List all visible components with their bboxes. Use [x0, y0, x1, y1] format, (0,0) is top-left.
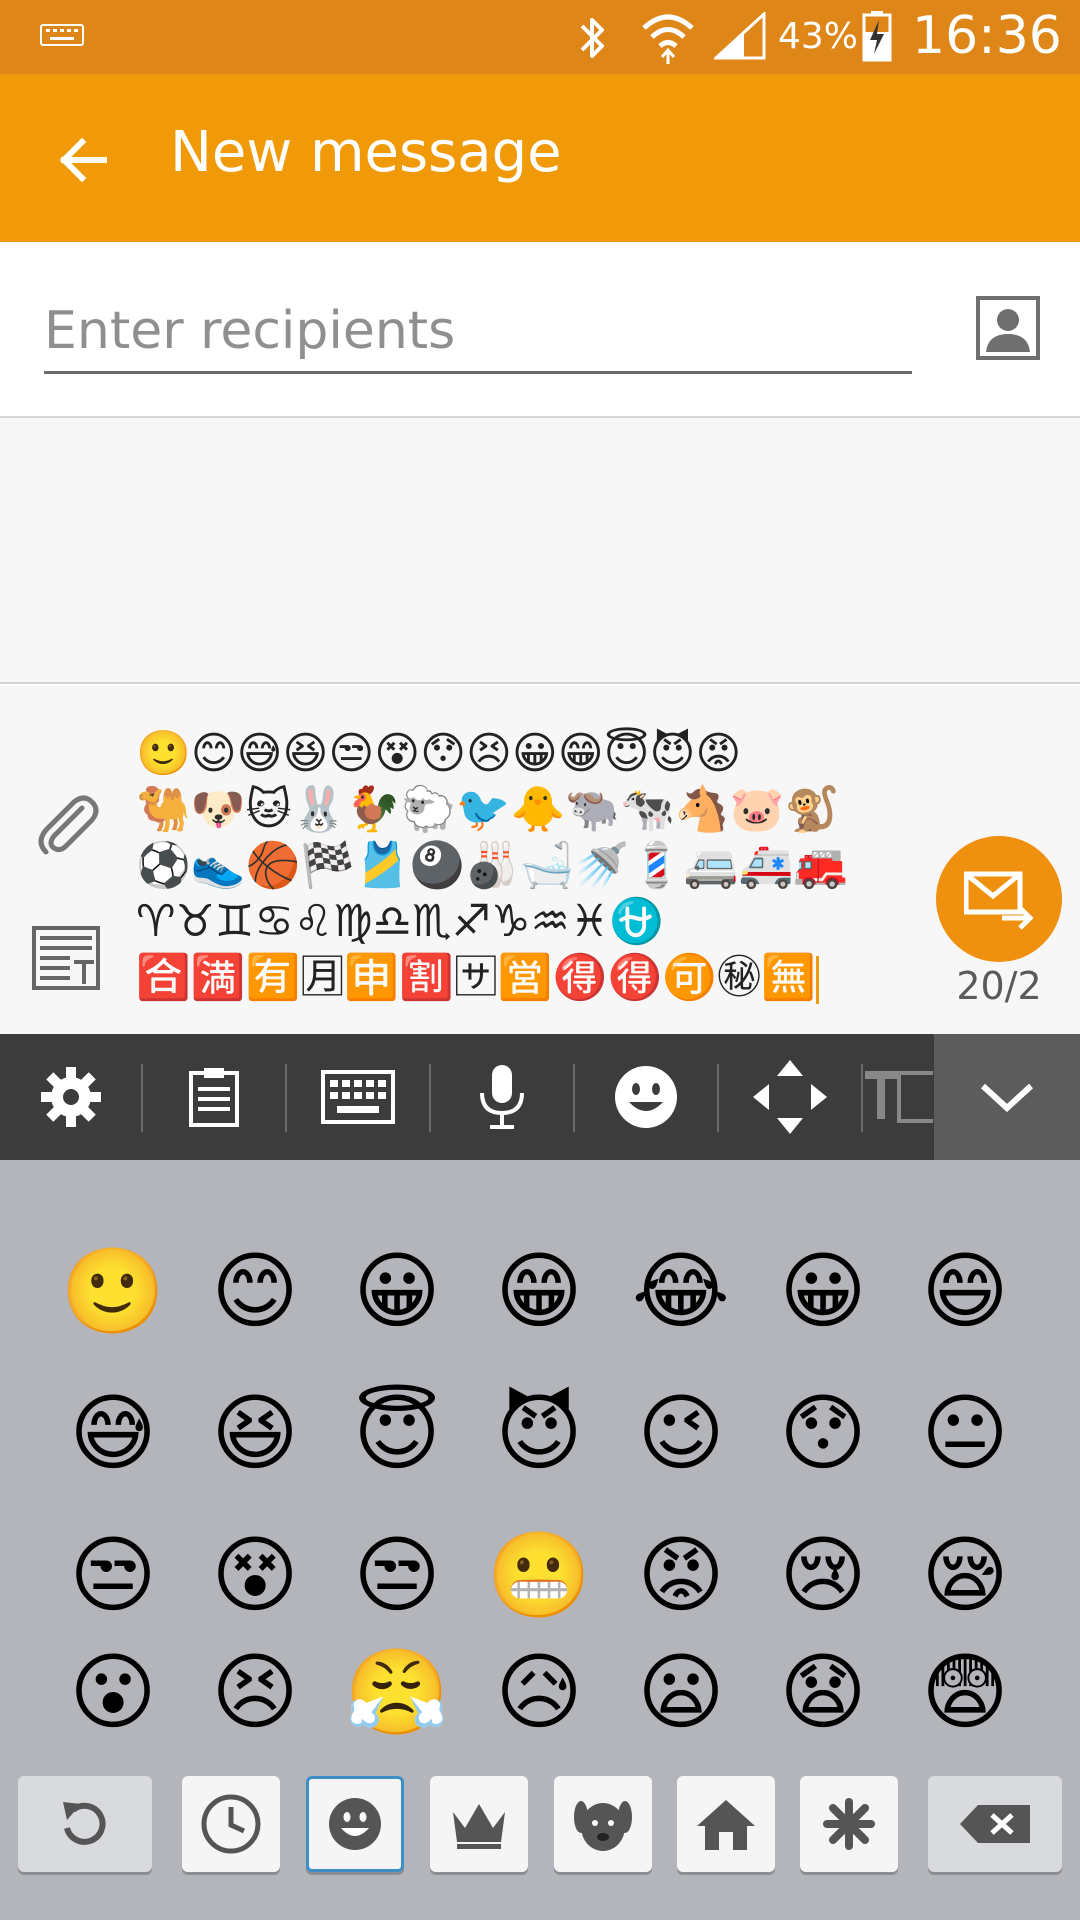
emoji-key[interactable]: 🙂 [42, 1220, 184, 1362]
backspace-icon [960, 1805, 1030, 1843]
places-tab[interactable] [677, 1776, 775, 1872]
message-composer: 🙂😊😅😆😒😵😯😣😀😁😇😈😡 🐫🐶🐱🐰🐓🐑🐦🐥🐃🐄🐴🐷🐒 ⚽👟🏀🏁🎽🎱🎳🛁🚿💈🚐🚑… [0, 686, 1080, 1034]
send-button[interactable] [936, 836, 1062, 962]
emoji-grid: 🙂 😊 😀 😁 😂 😀 😄 😅 😆 😇 😈 😉 😯 😐 😒 😵 😒 😬 😡 😢 … [42, 1220, 1042, 1788]
emoji-key[interactable]: 😯 [752, 1362, 894, 1504]
undo-button[interactable] [18, 1776, 152, 1872]
people-tab[interactable] [430, 1776, 528, 1872]
keyboard-switch-button[interactable] [287, 1034, 429, 1160]
clock-time: 16:36 [912, 6, 1062, 66]
paperclip-icon[interactable] [30, 790, 106, 866]
recipients-input[interactable] [44, 290, 912, 374]
house-icon [697, 1800, 755, 1850]
collapse-keyboard-button[interactable] [934, 1034, 1080, 1160]
chevron-down-icon [980, 1083, 1034, 1113]
emoji-key[interactable]: 😂 [610, 1220, 752, 1362]
keyboard-icon [321, 1070, 395, 1124]
emoji-key[interactable]: 😪 [894, 1504, 1036, 1646]
back-button[interactable] [48, 124, 120, 196]
wifi-icon [642, 14, 694, 64]
message-line: ⚽👟🏀🏁🎽🎱🎳🛁🚿💈🚐🚑🚒 [136, 840, 849, 891]
send-mms-icon [964, 871, 1034, 930]
dog-face-icon [574, 1801, 632, 1851]
emoji-category-bar [0, 1756, 1080, 1920]
emoji-key[interactable]: 😊 [184, 1220, 326, 1362]
asterisk-symbol-icon [823, 1798, 875, 1850]
emoji-key[interactable]: 😮 [42, 1646, 184, 1746]
emoji-key[interactable]: 😐 [894, 1362, 1036, 1504]
keyboard-settings-button[interactable] [0, 1034, 142, 1160]
backspace-button[interactable] [928, 1776, 1062, 1872]
emoji-key[interactable]: 😣 [184, 1646, 326, 1746]
keyboard-icon [40, 24, 84, 46]
app-bar: New message [0, 74, 1080, 242]
emoji-key[interactable]: 😵 [184, 1504, 326, 1646]
clipboard-icon [189, 1068, 239, 1127]
emoji-panel: 🙂 😊 😀 😁 😂 😀 😄 😅 😆 😇 😈 😉 😯 😐 😒 😵 😒 😬 😡 😢 … [0, 1160, 1080, 1756]
emoji-key[interactable]: 😈 [468, 1362, 610, 1504]
voice-input-button[interactable] [431, 1034, 573, 1160]
symbols-tab[interactable] [800, 1776, 898, 1872]
move-arrows-icon [753, 1060, 827, 1134]
emoji-key[interactable]: 😅 [42, 1362, 184, 1504]
gear-icon [41, 1067, 101, 1127]
microphone-icon [480, 1065, 524, 1129]
animals-tab[interactable] [554, 1776, 652, 1872]
message-text-field[interactable]: 🙂😊😅😆😒😵😯😣😀😁😇😈😡 🐫🐶🐱🐰🐓🐑🐦🐥🐃🐄🐴🐷🐒 ⚽👟🏀🏁🎽🎱🎳🛁🚿💈🚐🚑… [136, 726, 888, 1006]
smileys-tab[interactable] [306, 1776, 404, 1872]
emoji-key[interactable]: 😢 [752, 1504, 894, 1646]
emoji-key[interactable]: 😒 [326, 1504, 468, 1646]
character-counter: 20/2 [956, 964, 1042, 1008]
emoji-key[interactable]: 😤 [326, 1646, 468, 1746]
cursor-move-button[interactable] [719, 1034, 861, 1160]
emoji-key[interactable]: 😀 [326, 1220, 468, 1362]
recent-clock-icon [201, 1794, 261, 1854]
status-bar: 43% 16:36 [0, 0, 1080, 74]
emoji-key[interactable]: 😉 [610, 1362, 752, 1504]
emoji-key[interactable]: 😨 [894, 1646, 1036, 1746]
conversation-area [0, 418, 1080, 684]
message-line: ♈♉♊♋♌♍♎♏♐♑♒♓⛎ [136, 896, 665, 947]
bluetooth-icon [580, 18, 604, 58]
keyboard-toolbar [0, 1034, 1080, 1160]
clipboard-button[interactable] [143, 1034, 285, 1160]
smiley-face-icon [329, 1798, 381, 1850]
emoji-key[interactable]: 😡 [610, 1504, 752, 1646]
smiley-icon [615, 1066, 677, 1128]
message-line: 🈴🈵🈶🈷🈸🈹🈂🈺🉐🉐🉑㊙🈚 [136, 952, 816, 1003]
battery-charging-icon [862, 11, 892, 62]
text-format-icon [865, 1071, 933, 1123]
text-cursor [815, 956, 819, 1004]
recipients-section [0, 242, 1080, 418]
message-line: 🐫🐶🐱🐰🐓🐑🐦🐥🐃🐄🐴🐷🐒 [136, 784, 840, 835]
emoji-key[interactable]: 😥 [468, 1646, 610, 1746]
page-title: New message [170, 120, 562, 185]
emoji-key[interactable]: 😬 [468, 1504, 610, 1646]
signal-icon [714, 12, 766, 60]
emoji-keyboard-button[interactable] [575, 1034, 717, 1160]
battery-percentage: 43% [778, 16, 859, 57]
text-format-button[interactable] [863, 1034, 933, 1160]
emoji-key[interactable]: 😇 [326, 1362, 468, 1504]
recent-emoji-tab[interactable] [182, 1776, 280, 1872]
undo-icon [63, 1802, 106, 1845]
emoji-key[interactable]: 😁 [468, 1220, 610, 1362]
message-line: 🙂😊😅😆😒😵😯😣😀😁😇😈😡 [136, 728, 742, 779]
emoji-key[interactable]: 😄 [894, 1220, 1036, 1362]
emoji-key[interactable]: 😆 [184, 1362, 326, 1504]
emoji-key[interactable]: 😧 [752, 1646, 894, 1746]
emoji-key[interactable]: 😦 [610, 1646, 752, 1746]
emoji-key[interactable]: 😒 [42, 1504, 184, 1646]
crown-icon [453, 1804, 505, 1849]
emoji-key[interactable]: 😀 [752, 1220, 894, 1362]
text-template-icon[interactable] [32, 926, 100, 990]
contact-icon[interactable] [976, 296, 1040, 360]
